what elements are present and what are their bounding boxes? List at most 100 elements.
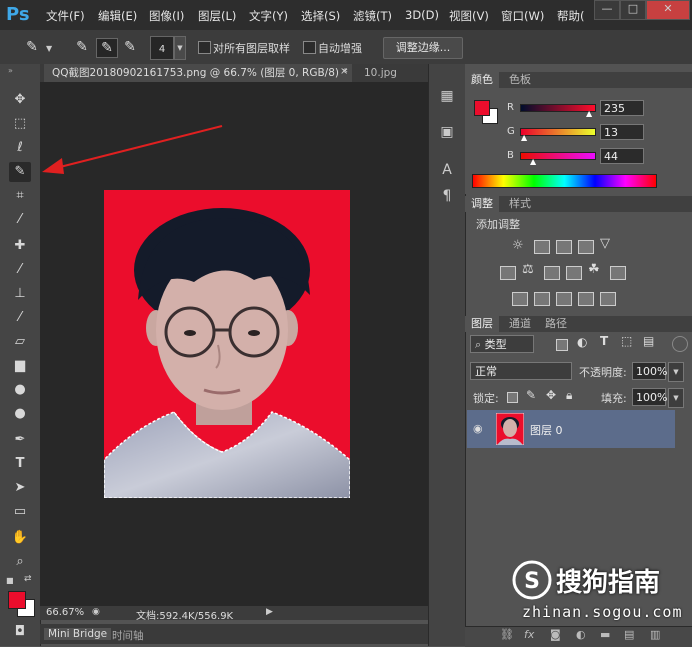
- black-white-icon[interactable]: [544, 266, 560, 280]
- filter-type-icon[interactable]: T: [600, 334, 608, 348]
- menu-3d[interactable]: 3D(D): [405, 8, 439, 22]
- new-layer-icon[interactable]: ▤: [624, 628, 634, 641]
- status-info-icon[interactable]: ◉: [92, 607, 100, 617]
- menu-edit[interactable]: 编辑(E): [98, 8, 137, 24]
- photo-filter-icon[interactable]: [566, 266, 582, 280]
- move-tool-icon[interactable]: ✥: [9, 90, 31, 110]
- link-layers-icon[interactable]: ⛓: [500, 628, 514, 641]
- threshold-icon[interactable]: [556, 292, 572, 306]
- zoom-tool-icon[interactable]: ⌕: [9, 552, 31, 572]
- fill-field[interactable]: 100%: [632, 388, 667, 406]
- fill-dropdown-arrow[interactable]: ▼: [668, 388, 684, 408]
- slider-thumb-icon[interactable]: ▲: [586, 109, 592, 118]
- menu-layer[interactable]: 图层(L): [198, 8, 236, 24]
- minimize-button[interactable]: —: [594, 0, 620, 20]
- brush-size-picker[interactable]: 4: [150, 36, 174, 60]
- color-panel-fg-swatch[interactable]: [474, 100, 490, 116]
- auto-enhance-checkbox[interactable]: [303, 41, 316, 54]
- layer-name[interactable]: 图层 0: [530, 422, 563, 438]
- swap-colors-icon[interactable]: ⇄: [24, 574, 32, 584]
- status-menu-arrow-icon[interactable]: ▶: [266, 607, 273, 617]
- marquee-tool-icon[interactable]: ⬚: [9, 114, 31, 134]
- refine-edge-button[interactable]: 调整边缘...: [383, 37, 463, 59]
- tab-mini-bridge[interactable]: Mini Bridge: [44, 628, 112, 640]
- channel-r-slider[interactable]: [520, 104, 596, 112]
- history-brush-tool-icon[interactable]: ⁄: [9, 308, 31, 328]
- eyedropper-tool-icon[interactable]: ⁄: [9, 210, 31, 230]
- tab-adjustments[interactable]: 调整: [465, 196, 499, 212]
- menu-type[interactable]: 文字(Y): [249, 8, 288, 24]
- new-group-icon[interactable]: ▬: [600, 628, 610, 641]
- add-to-selection-icon[interactable]: ✎: [96, 38, 118, 58]
- close-button[interactable]: ✕: [646, 0, 690, 20]
- menu-image[interactable]: 图像(I): [149, 8, 184, 24]
- chevron-down-icon[interactable]: ▼: [46, 44, 52, 53]
- channel-r-value[interactable]: 235: [600, 100, 644, 116]
- channel-g-value[interactable]: 13: [600, 124, 644, 140]
- new-adjustment-layer-icon[interactable]: ◐: [576, 628, 586, 641]
- properties-panel-icon[interactable]: ▣: [437, 122, 457, 142]
- opacity-field[interactable]: 100%: [632, 362, 667, 380]
- path-selection-tool-icon[interactable]: ➤: [9, 478, 31, 498]
- menu-window[interactable]: 窗口(W): [501, 8, 544, 24]
- selective-color-icon[interactable]: [600, 292, 616, 306]
- stamp-tool-icon[interactable]: ⊥: [9, 284, 31, 304]
- color-balance-icon[interactable]: ⚖: [522, 262, 534, 277]
- zoom-level[interactable]: 66.67%: [46, 607, 84, 618]
- foreground-color-swatch[interactable]: [8, 591, 26, 609]
- quick-selection-tool-icon[interactable]: ✎: [9, 162, 31, 182]
- channel-mixer-icon[interactable]: ☘: [588, 262, 600, 277]
- quick-mask-icon[interactable]: ◘: [9, 622, 31, 642]
- brush-tool-icon[interactable]: ⁄: [9, 260, 31, 280]
- lasso-tool-icon[interactable]: ℓ: [9, 138, 31, 158]
- channel-b-value[interactable]: 44: [600, 148, 644, 164]
- vibrance-icon[interactable]: ▽: [600, 236, 610, 251]
- exposure-icon[interactable]: [578, 240, 594, 254]
- lock-pixels-icon[interactable]: ✎: [526, 388, 536, 402]
- filter-toggle[interactable]: [672, 336, 688, 352]
- healing-brush-tool-icon[interactable]: ✚: [9, 236, 31, 256]
- gradient-map-icon[interactable]: [578, 292, 594, 306]
- blend-mode-select[interactable]: 正常: [470, 362, 572, 380]
- document-tab-second[interactable]: 10.jpg: [360, 64, 404, 82]
- menu-help[interactable]: 帮助(: [557, 8, 585, 24]
- delete-layer-icon[interactable]: ▥: [650, 628, 660, 641]
- slider-thumb-icon[interactable]: ▲: [530, 157, 536, 166]
- tab-layers[interactable]: 图层: [465, 316, 499, 332]
- tab-channels[interactable]: 通道: [503, 316, 537, 332]
- blur-tool-icon[interactable]: ●: [9, 380, 31, 400]
- maximize-button[interactable]: □: [620, 0, 646, 20]
- color-lookup-icon[interactable]: [610, 266, 626, 280]
- crop-tool-icon[interactable]: ⌗: [9, 186, 31, 206]
- close-tab-icon[interactable]: ×: [340, 66, 348, 77]
- posterize-icon[interactable]: [534, 292, 550, 306]
- menu-file[interactable]: 文件(F): [46, 8, 85, 24]
- sample-all-layers-checkbox[interactable]: [198, 41, 211, 54]
- default-colors-icon[interactable]: ■: [6, 576, 14, 585]
- gradient-tool-icon[interactable]: ▆: [9, 356, 31, 376]
- menu-view[interactable]: 视图(V): [449, 8, 489, 24]
- eraser-tool-icon[interactable]: ▱: [9, 332, 31, 352]
- menu-filter[interactable]: 滤镜(T): [353, 8, 392, 24]
- filter-shape-icon[interactable]: ⬚: [621, 334, 632, 348]
- filter-pixel-icon[interactable]: [556, 339, 568, 351]
- brush-dropdown-arrow[interactable]: ▼: [174, 36, 186, 60]
- layer-style-icon[interactable]: fx: [524, 628, 534, 641]
- subtract-selection-icon[interactable]: ✎: [120, 38, 140, 56]
- pen-tool-icon[interactable]: ✒: [9, 430, 31, 450]
- color-spectrum-bar[interactable]: [472, 174, 657, 188]
- tab-color[interactable]: 颜色: [465, 72, 499, 88]
- slider-thumb-icon[interactable]: ▲: [521, 133, 527, 142]
- character-panel-icon[interactable]: A: [437, 160, 457, 180]
- channel-g-slider[interactable]: [520, 128, 596, 136]
- tab-swatches[interactable]: 色板: [503, 72, 537, 88]
- lock-position-icon[interactable]: ✥: [546, 388, 556, 402]
- invert-icon[interactable]: [512, 292, 528, 306]
- hue-saturation-icon[interactable]: [500, 266, 516, 280]
- levels-icon[interactable]: [534, 240, 550, 254]
- collapse-icon[interactable]: »: [8, 66, 13, 75]
- type-tool-icon[interactable]: T: [9, 454, 31, 474]
- filter-adjustment-icon[interactable]: ◐: [577, 335, 587, 349]
- paragraph-panel-icon[interactable]: ¶: [437, 186, 457, 206]
- lock-transparency-icon[interactable]: [507, 392, 518, 403]
